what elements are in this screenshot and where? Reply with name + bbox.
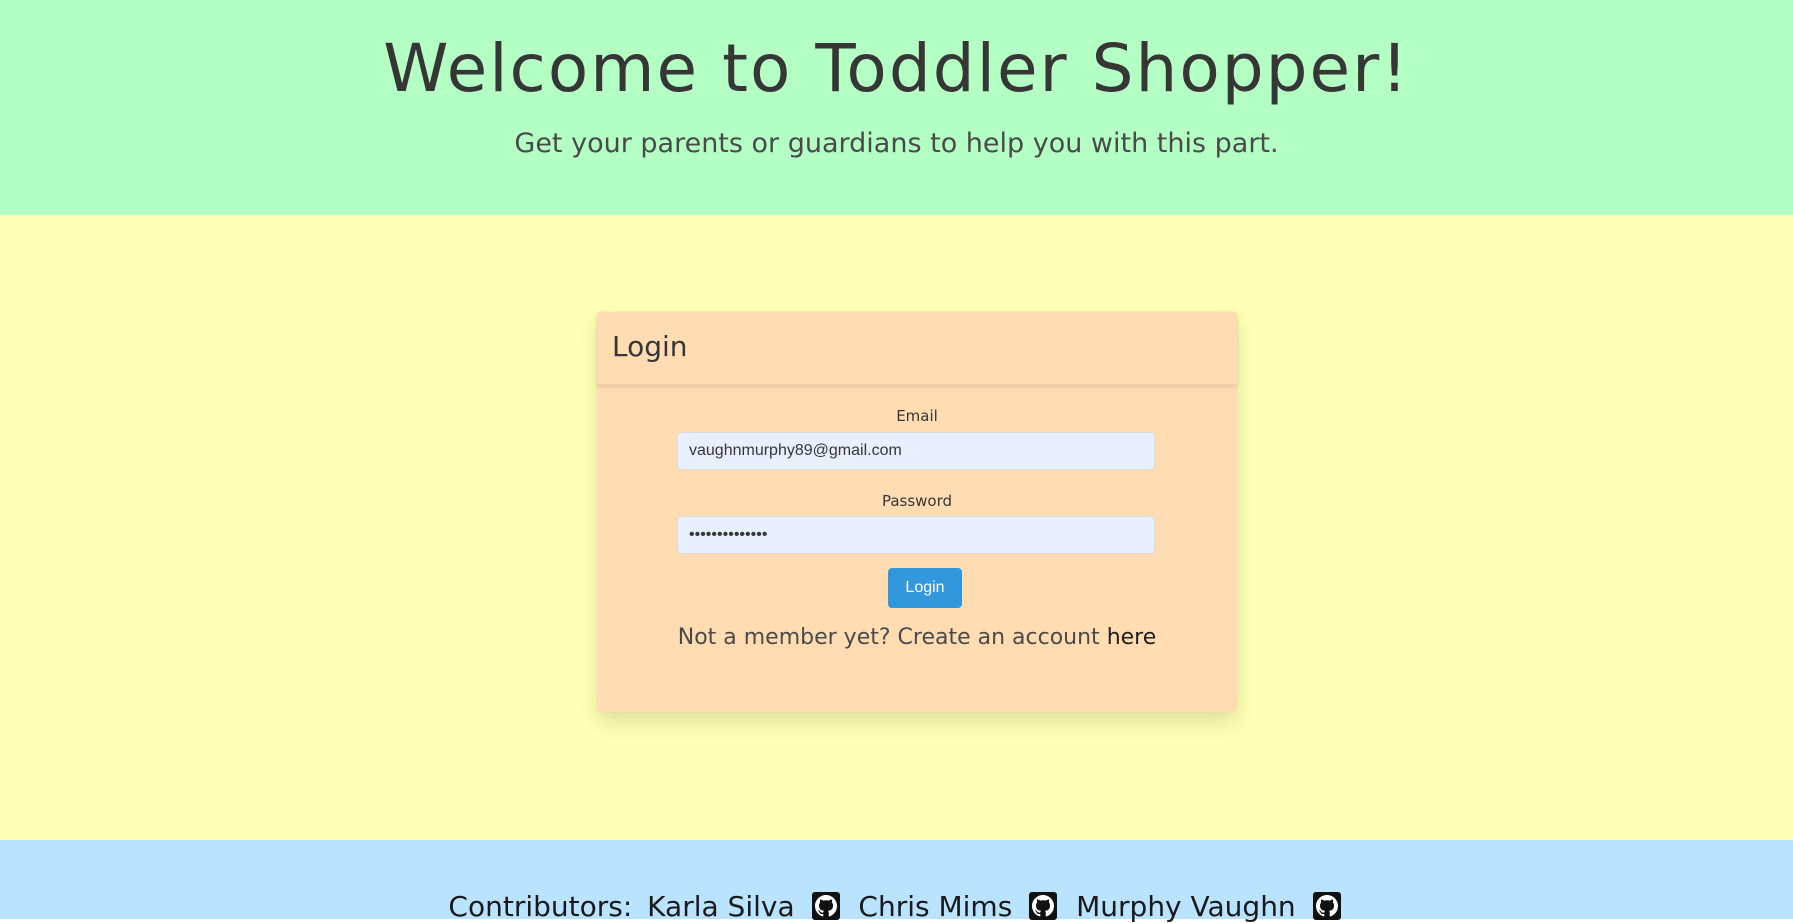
contributors-label: Contributors: bbox=[448, 890, 633, 923]
page-title: Welcome to Toddler Shopper! bbox=[383, 30, 1410, 107]
login-card-title: Login bbox=[612, 330, 688, 363]
footer: Contributors: Karla Silva Chris Mims Mur… bbox=[0, 840, 1793, 923]
email-label: Email bbox=[896, 407, 938, 425]
password-label: Password bbox=[881, 492, 953, 510]
page-subtitle: Get your parents or guardians to help yo… bbox=[514, 128, 1279, 159]
signup-prompt-text: Not a member yet? Create an account bbox=[677, 625, 1100, 650]
password-input[interactable] bbox=[677, 516, 1155, 554]
login-card-header: Login bbox=[597, 312, 1237, 385]
hero-banner: Welcome to Toddler Shopper! Get your par… bbox=[0, 0, 1793, 215]
signup-link[interactable]: here bbox=[1107, 625, 1157, 650]
main-section: Login Email Password Login Not a member … bbox=[0, 215, 1793, 840]
contributor-name: Chris Mims bbox=[858, 890, 1013, 923]
email-input[interactable] bbox=[677, 432, 1155, 470]
login-button[interactable]: Login bbox=[888, 568, 962, 608]
login-card: Login Email Password Login Not a member … bbox=[597, 312, 1237, 712]
github-icon[interactable] bbox=[1312, 892, 1341, 920]
contributor-name: Karla Silva bbox=[647, 890, 795, 923]
signup-prompt: Not a member yet? Create an account here bbox=[597, 625, 1237, 650]
github-icon[interactable] bbox=[811, 892, 840, 920]
contributors-line: Contributors: Karla Silva Chris Mims Mur… bbox=[0, 890, 1793, 923]
github-icon[interactable] bbox=[1029, 892, 1058, 920]
contributor-name: Murphy Vaughn bbox=[1076, 890, 1296, 923]
